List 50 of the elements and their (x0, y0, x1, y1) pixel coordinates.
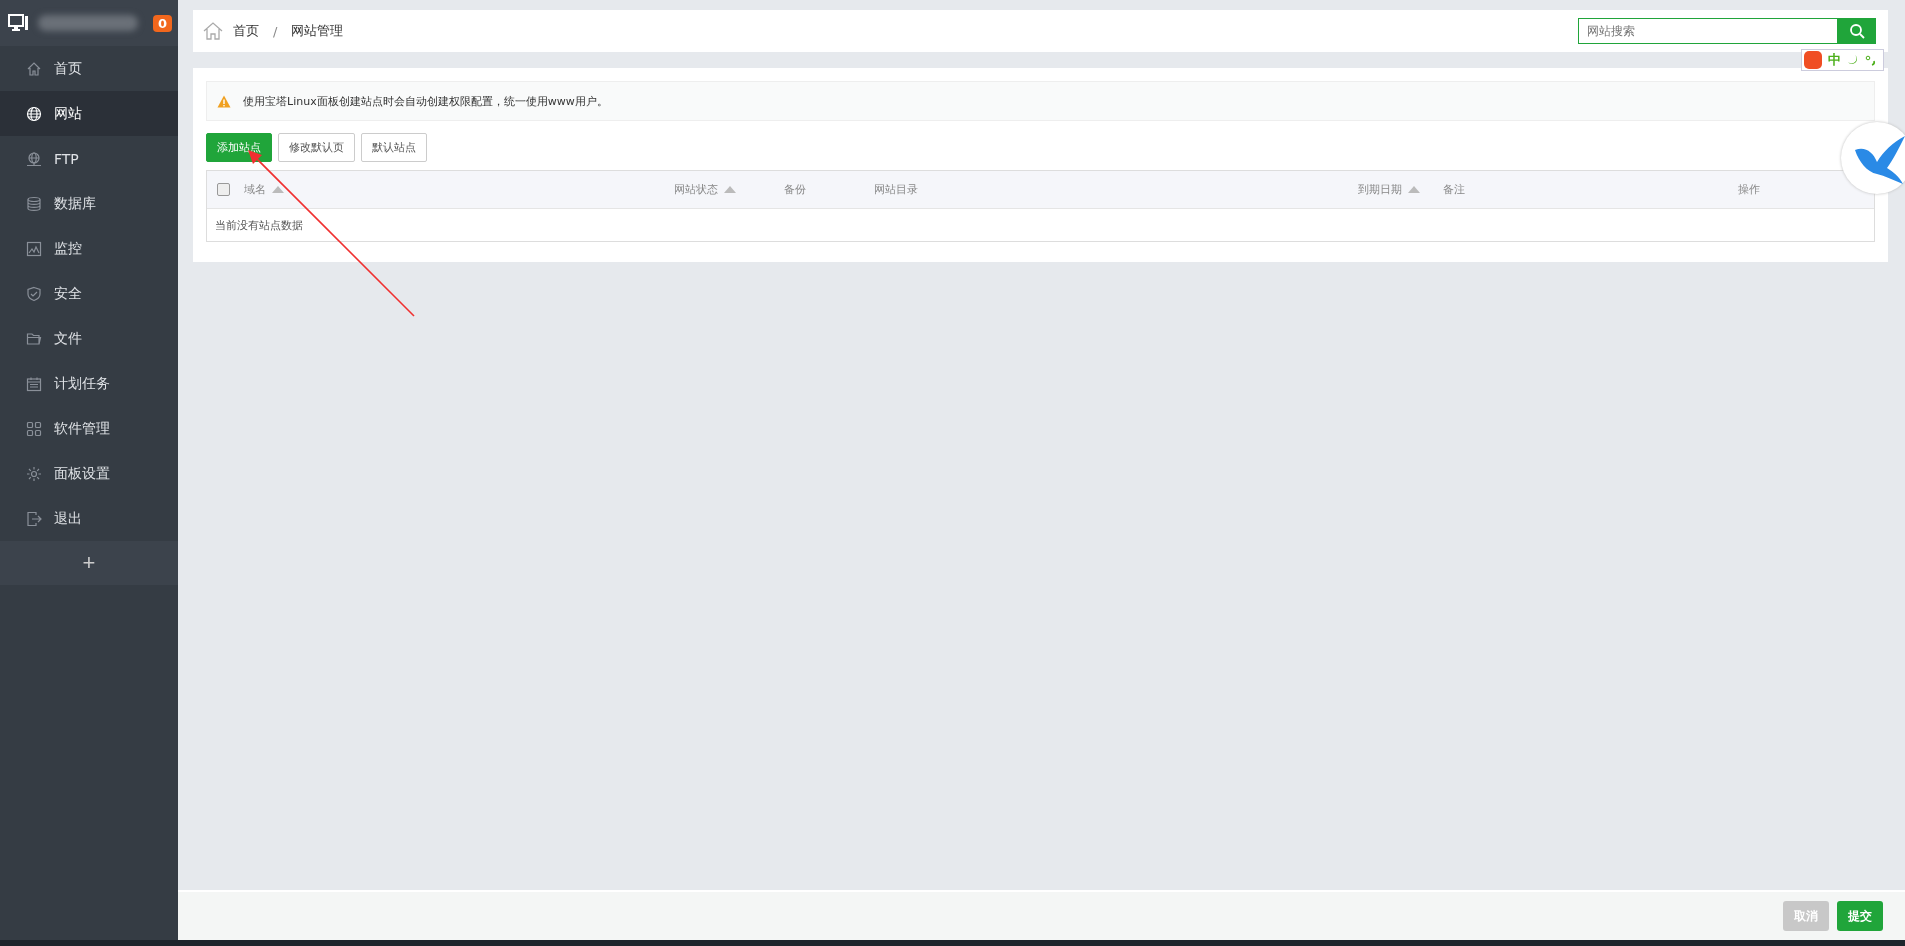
gear-icon (26, 465, 42, 482)
sort-icon[interactable] (1408, 186, 1420, 193)
sidebar-item[interactable]: 网站 (0, 91, 178, 136)
breadcrumb-item[interactable]: 首页 (233, 22, 259, 40)
breadcrumb-item: 网站管理 (291, 22, 344, 40)
home-icon (26, 60, 42, 77)
monitor-icon (26, 240, 42, 257)
shield-icon (26, 285, 42, 302)
column-header: 网站目录 (874, 182, 918, 197)
punctuation-icon[interactable] (1865, 54, 1877, 66)
column-header: 备份 (784, 182, 806, 197)
calendar-icon (26, 375, 42, 392)
home-icon (203, 22, 223, 40)
sort-icon[interactable] (272, 186, 284, 193)
sidebar-item[interactable]: 文件 (0, 316, 178, 361)
ftp-icon (26, 150, 42, 167)
notice-text: 使用宝塔Linux面板创建站点时会自动创建权限配置，统一使用www用户。 (243, 93, 608, 109)
breadcrumb-separator: / (273, 23, 278, 39)
search-button[interactable] (1838, 18, 1876, 44)
toolbar-button[interactable]: 默认站点 (361, 133, 427, 162)
toolbar-button[interactable]: 修改默认页 (278, 133, 355, 162)
add-button[interactable]: + (0, 541, 178, 585)
computer-icon (8, 14, 30, 32)
exit-icon (26, 510, 42, 527)
sidebar-item[interactable]: FTP (0, 136, 178, 181)
search-field[interactable]: 网站搜索 (1578, 18, 1838, 44)
globe-icon (26, 105, 42, 122)
column-header: 备注 (1443, 182, 1465, 197)
ime-logo-icon (1804, 51, 1822, 69)
column-header: 到期日期 (1358, 182, 1402, 197)
sidebar-item[interactable]: 安全 (0, 271, 178, 316)
search-icon (1849, 23, 1865, 39)
select-all-checkbox[interactable] (217, 183, 230, 196)
warning-icon (217, 94, 231, 108)
column-header: 域名 (244, 182, 266, 197)
folder-icon (26, 330, 42, 347)
moon-icon[interactable] (1847, 54, 1859, 66)
column-header: 网站状态 (674, 182, 718, 197)
column-header: 操作 (1738, 182, 1760, 197)
sort-icon[interactable] (724, 186, 736, 193)
grid-icon (26, 420, 42, 437)
sidebar-item[interactable]: 退出 (0, 496, 178, 541)
database-icon (26, 195, 42, 212)
empty-message: 当前没有站点数据 (215, 217, 303, 233)
sidebar-item[interactable]: 首页 (0, 46, 178, 91)
sidebar-item[interactable]: 监控 (0, 226, 178, 271)
sidebar-item[interactable]: 软件管理 (0, 406, 178, 451)
sidebar-item[interactable]: 计划任务 (0, 361, 178, 406)
sidebar-item[interactable]: 面板设置 (0, 451, 178, 496)
sidebar-item[interactable]: 数据库 (0, 181, 178, 226)
